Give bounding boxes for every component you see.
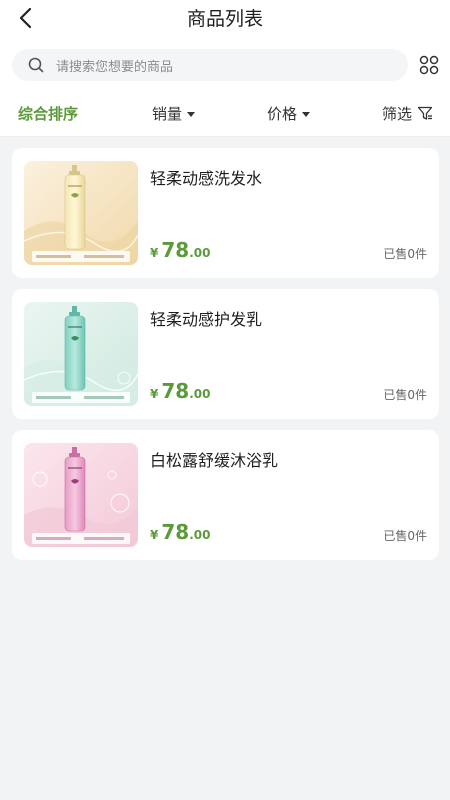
sold-count: 已售0件	[383, 247, 427, 261]
currency-symbol: ¥	[150, 246, 159, 260]
caret-down-icon	[302, 111, 311, 117]
search-row: 请搜索您想要的商品	[0, 36, 450, 90]
sort-sales-label: 销量	[152, 104, 183, 123]
top-nav-bar: 商品列表	[0, 0, 450, 36]
filter-label: 筛选	[382, 104, 413, 123]
search-placeholder: 请搜索您想要的商品	[56, 59, 174, 75]
price-integer: 78	[161, 379, 190, 403]
product-price: ¥ 78 .00	[150, 238, 210, 262]
product-image	[24, 161, 138, 265]
product-price: ¥ 78 .00	[150, 379, 210, 403]
sort-comprehensive[interactable]: 综合排序	[18, 90, 78, 136]
currency-symbol: ¥	[150, 387, 159, 401]
currency-symbol: ¥	[150, 528, 159, 542]
price-integer: 78	[161, 520, 190, 544]
search-input[interactable]: 请搜索您想要的商品	[12, 49, 408, 81]
page-title: 商品列表	[186, 8, 263, 30]
product-image	[24, 443, 138, 547]
product-card[interactable]: 白松露舒缓沐浴乳 ¥ 78 .00 已售0件	[12, 430, 439, 560]
product-name: 轻柔动感洗发水	[150, 169, 263, 188]
grid-view-button[interactable]	[419, 55, 439, 75]
product-card[interactable]: 轻柔动感洗发水 ¥ 78 .00 已售0件	[12, 148, 439, 278]
search-icon	[28, 56, 46, 74]
price-decimal: .00	[189, 387, 211, 401]
product-name: 轻柔动感护发乳	[150, 310, 263, 329]
sort-sales[interactable]: 销量	[152, 90, 196, 136]
product-image	[24, 302, 138, 406]
filter-icon	[417, 105, 433, 121]
filter-button[interactable]: 筛选	[382, 90, 433, 136]
product-name: 白松露舒缓沐浴乳	[150, 451, 279, 470]
price-integer: 78	[161, 238, 190, 262]
price-decimal: .00	[189, 246, 211, 260]
sort-price[interactable]: 价格	[267, 90, 311, 136]
caret-down-icon	[187, 111, 196, 117]
product-price: ¥ 78 .00	[150, 520, 210, 544]
sort-comprehensive-label: 综合排序	[18, 104, 79, 123]
grid-icon	[419, 55, 439, 75]
product-card[interactable]: 轻柔动感护发乳 ¥ 78 .00 已售0件	[12, 289, 439, 419]
price-decimal: .00	[189, 528, 211, 542]
product-list: 轻柔动感洗发水 ¥ 78 .00 已售0件 轻柔动感护发乳 ¥ 78 .00 已…	[12, 148, 439, 571]
sort-price-label: 价格	[267, 104, 298, 123]
sort-bar: 综合排序 销量 价格 筛选	[0, 90, 450, 136]
sold-count: 已售0件	[383, 388, 427, 402]
sold-count: 已售0件	[383, 529, 427, 543]
